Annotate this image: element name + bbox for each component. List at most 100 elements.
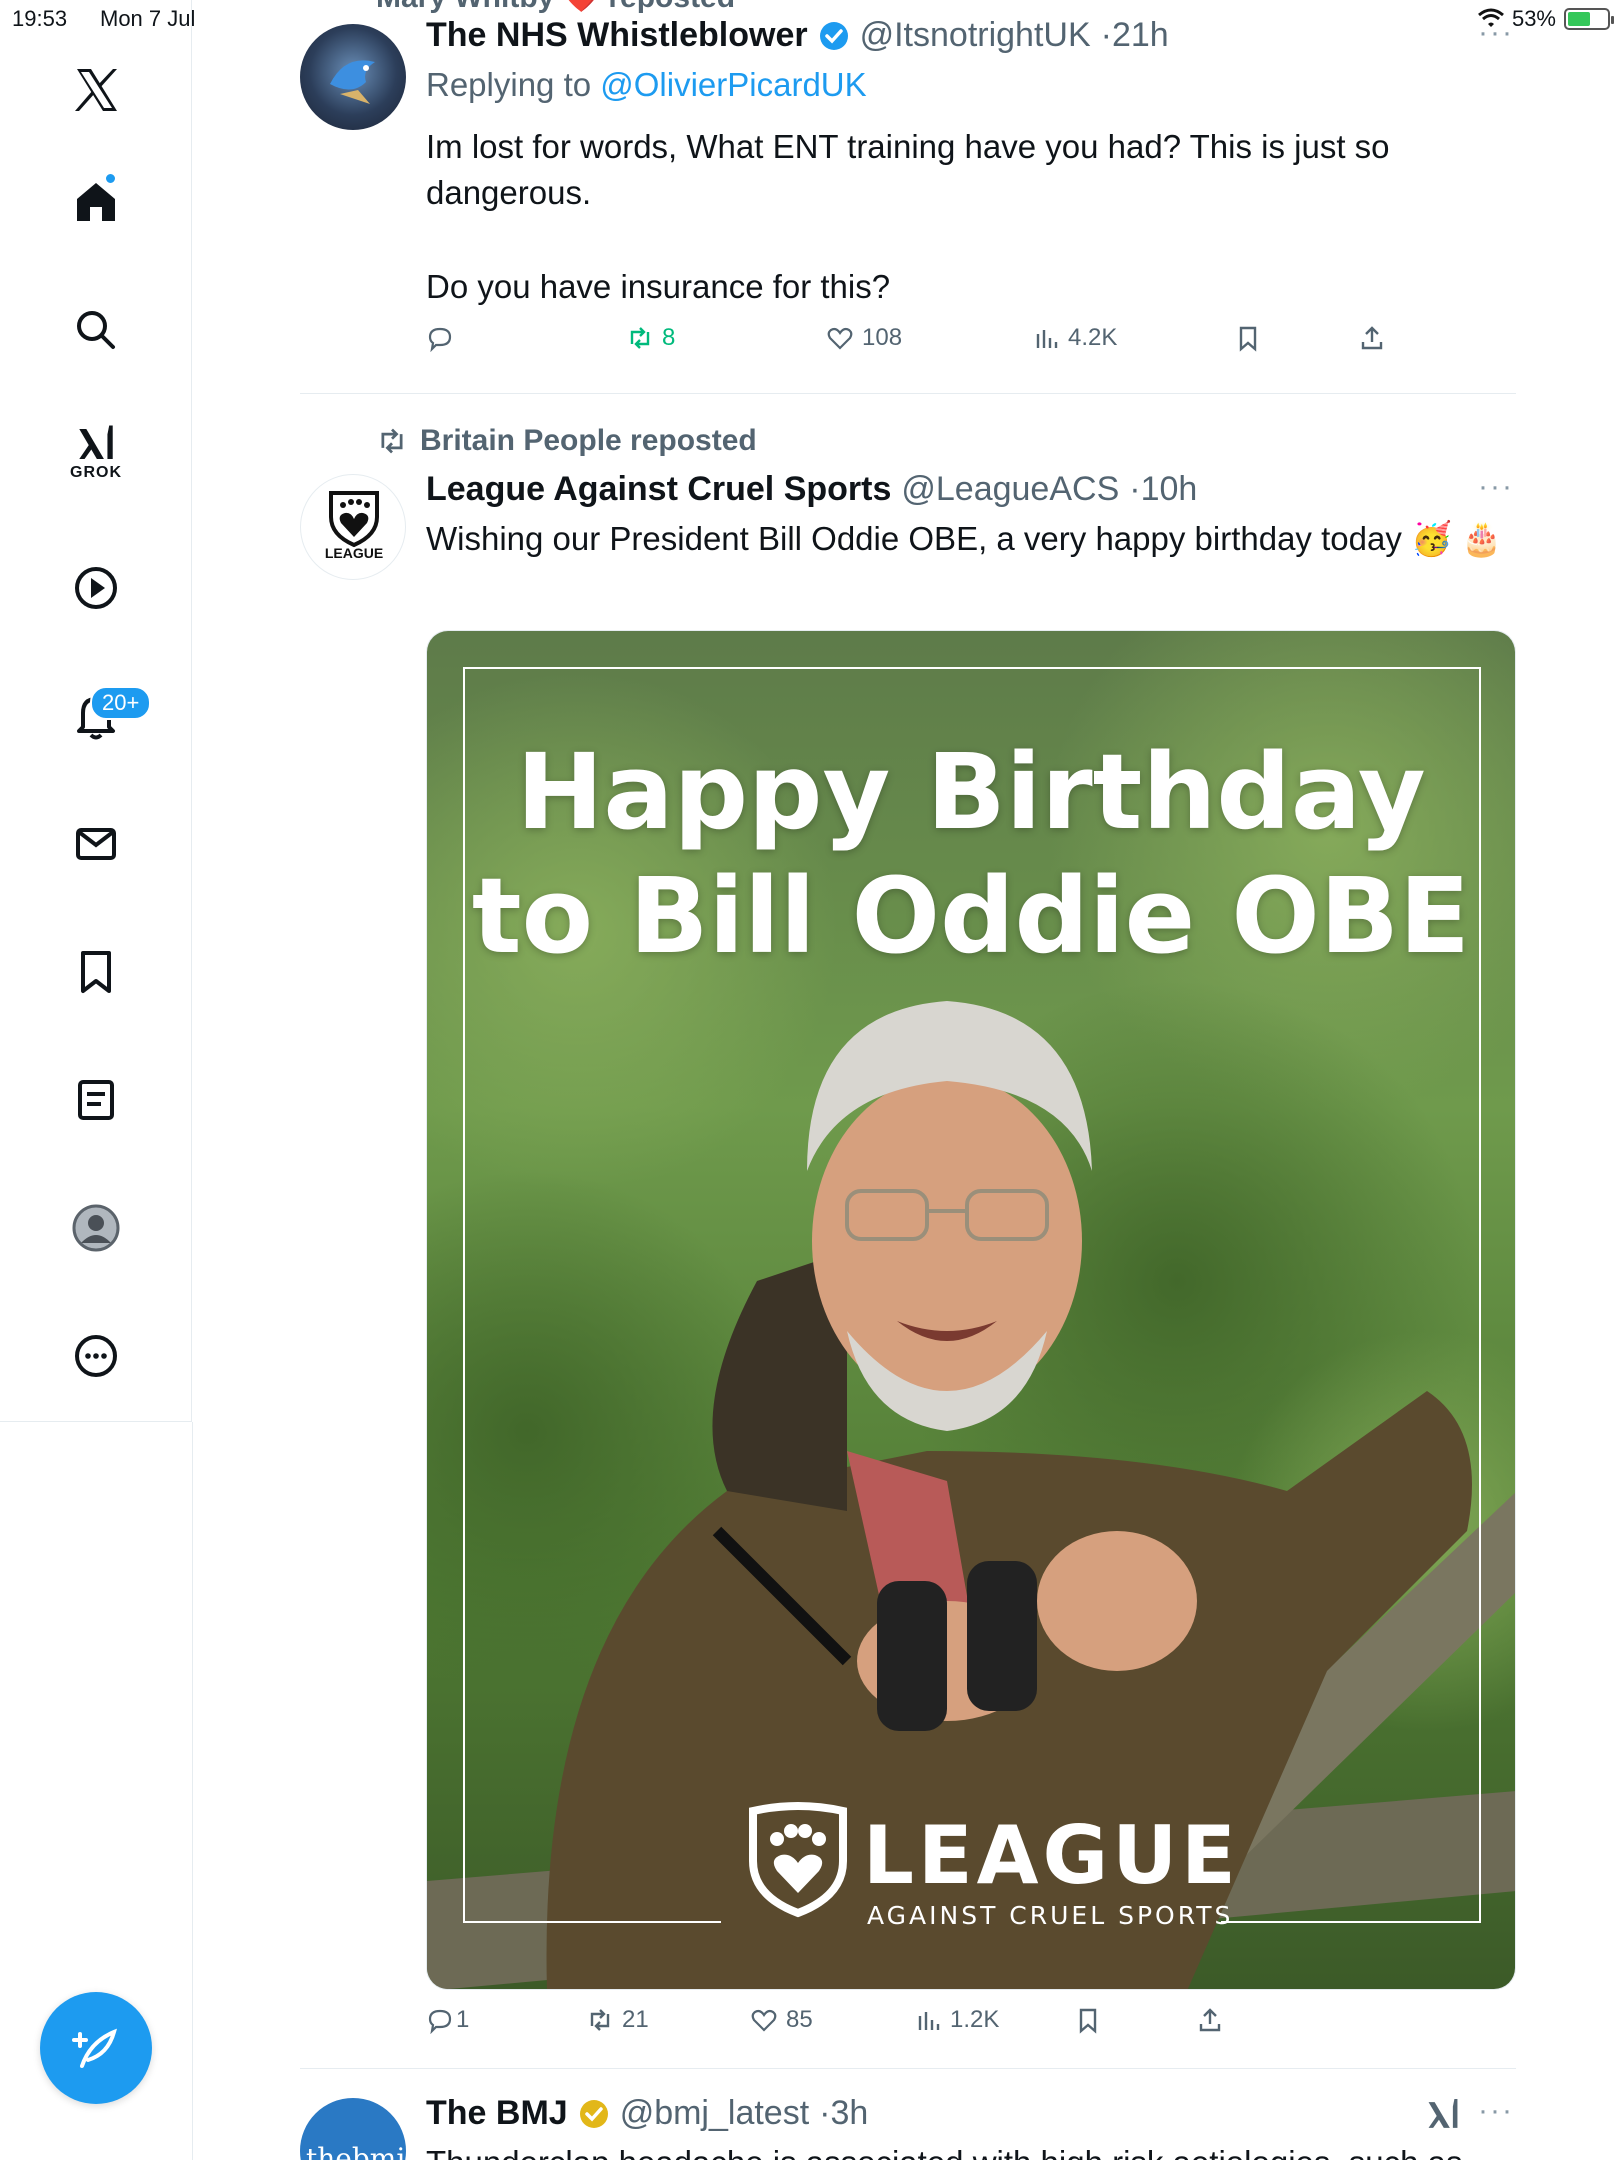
tweet1-like-button[interactable]: 108 [826,324,902,352]
battery-icon [1564,8,1614,30]
notifications-badge: 20+ [90,686,152,720]
home-icon[interactable] [46,162,146,242]
tweet1-repost-button[interactable]: 8 [626,324,675,352]
media-frame-bottom-left [463,1921,721,1923]
reply-bubble-icon [428,2009,452,2034]
league-avatar[interactable]: LEAGUE [300,474,406,580]
lists-icon[interactable] [46,1060,146,1140]
separator-dot: · [1129,470,1141,508]
compose-post-button[interactable] [40,1992,152,2104]
tweet2-views-button[interactable]: 1.2K [914,2006,999,2034]
tweet1-views-button[interactable]: 4.2K [1032,324,1117,352]
league-logo-subtitle: AGAINST CRUEL SPORTS [867,1901,1234,1930]
separator-dot: · [1100,16,1112,54]
tweet1-header: The NHS Whistleblower @ItsnotrightUK · 2… [426,16,1169,55]
tweet1-repost-count: 8 [662,324,676,351]
tweet2-repost-button[interactable]: 21 [586,2006,649,2034]
share-upload-icon [1361,326,1383,350]
tweet3-author-name[interactable]: The BMJ [426,2094,568,2133]
tweet3-text-partial: Thunderclap headache is associated with … [426,2140,1516,2160]
tweet-divider [300,2068,1516,2069]
tweet2-repost-count: 21 [622,2006,649,2033]
bookmarks-icon[interactable] [46,932,146,1012]
tweet1-text-line2: Do you have insurance for this? [426,268,891,305]
tweet2-like-button[interactable]: 85 [750,2006,813,2034]
media-title-line1: Happy Birthday [516,731,1426,853]
video-icon[interactable] [46,548,146,628]
tweet3-handle[interactable]: @bmj_latest [620,2094,809,2133]
media-title-line2: to Bill Oddie OBE [471,855,1471,977]
battery-percent: 53% [1511,6,1556,31]
tweet1-actions: 8 108 4.2K [426,324,1426,368]
tweet-divider [300,393,1516,394]
tweet1-more-icon[interactable]: ··· [1478,16,1514,50]
tweet2-media-image[interactable]: Happy Birthday to Bill Oddie OBE LEAGUE … [426,630,1516,1990]
bird-illustration-icon [330,60,375,104]
grok-explain-icon[interactable] [1424,2096,1462,2134]
tweet1-share-button[interactable] [1358,324,1386,352]
replying-handle-link[interactable]: @OlivierPicardUK [600,66,866,103]
bookmark-icon [1079,2008,1097,2034]
tweet2-share-button[interactable] [1196,2006,1224,2034]
tweet1-bookmark-button[interactable] [1234,324,1262,352]
tweet2-author-name[interactable]: League Against Cruel Sports [426,470,891,509]
verified-gold-badge-icon [579,2099,608,2128]
repost-icon [381,428,403,454]
views-chart-icon [1036,330,1058,348]
share-upload-icon [1199,2008,1221,2032]
tweet1-text-line1: Im lost for words, What ENT training hav… [426,128,1390,211]
verified-badge-icon [819,21,848,50]
league-avatar-label: LEAGUE [324,545,384,561]
tweet3-header: The BMJ @bmj_latest · 3h [426,2094,868,2133]
tweet2-reply-count: 1 [456,2006,470,2033]
tweet2-header: League Against Cruel Sports @LeagueACS ·… [426,470,1197,509]
media-frame-top [463,667,1481,669]
repost-icon [590,2009,610,2031]
tweet1-handle[interactable]: @ItsnotrightUK [860,16,1091,55]
grok-label: GROK [70,464,122,481]
tweet2-handle[interactable]: @LeagueACS [901,470,1119,509]
x-logo-icon[interactable] [46,50,146,130]
views-chart-icon [918,2012,940,2030]
tweet1-like-count: 108 [862,324,903,351]
tweet2-reply-button[interactable]: 1 [426,2006,469,2034]
tweet2-view-count: 1.2K [950,2006,1000,2033]
tweet2-bookmark-button[interactable] [1074,2006,1102,2034]
compose-feather-icon [72,2028,118,2068]
tweet2-like-count: 85 [786,2006,813,2033]
reply-bubble-icon [428,327,452,352]
tweet2-reposted-by[interactable]: Britain People reposted [420,424,757,458]
separator-dot: · [819,2094,831,2132]
grok-icon[interactable]: GROK [46,412,146,492]
tweet2-time: 10h [1140,470,1198,508]
bookmark-icon [1239,326,1257,352]
tweet1-author-name[interactable]: The NHS Whistleblower [426,16,808,55]
tweet1-view-count: 4.2K [1068,324,1118,351]
bmj-avatar[interactable]: thebmj [300,2098,406,2160]
more-options-icon[interactable] [46,1316,146,1396]
league-shield-icon [329,491,379,548]
tweet2-repost-line: Britain People reposted [376,424,757,458]
tweet1-time: 21h [1111,16,1169,54]
tweet1-replying-to: Replying to @OlivierPicardUK [426,66,867,104]
nhs-whistleblower-avatar[interactable] [300,24,406,130]
replying-prefix: Replying to [426,66,601,103]
heart-icon [827,327,853,350]
home-unread-dot [104,172,117,185]
league-paw-shield-icon [749,1802,847,1918]
tweet2-more-icon[interactable]: ··· [1478,470,1514,504]
messages-envelope-icon[interactable] [46,804,146,884]
heart-icon [751,2009,777,2032]
tweet1-reply-button[interactable] [426,324,454,352]
tweet3-more-icon[interactable]: ··· [1478,2094,1514,2128]
sidebar: GROK 20+ [0,0,192,1422]
tweet3-time: 3h [830,2094,869,2132]
tweet2-text: Wishing our President Bill Oddie OBE, a … [426,520,1503,557]
top-repost-partial: Mary Whitby ❤️ reposted [376,0,735,15]
league-logo-word: LEAGUE [863,1809,1240,1902]
tweet2-actions: 1 21 85 1.2K [426,2006,1426,2050]
profile-avatar-icon[interactable] [46,1188,146,1268]
media-frame-bottom-right [1221,1921,1481,1923]
search-icon[interactable] [46,290,146,370]
bmj-avatar-label: thebmj [306,2142,406,2160]
